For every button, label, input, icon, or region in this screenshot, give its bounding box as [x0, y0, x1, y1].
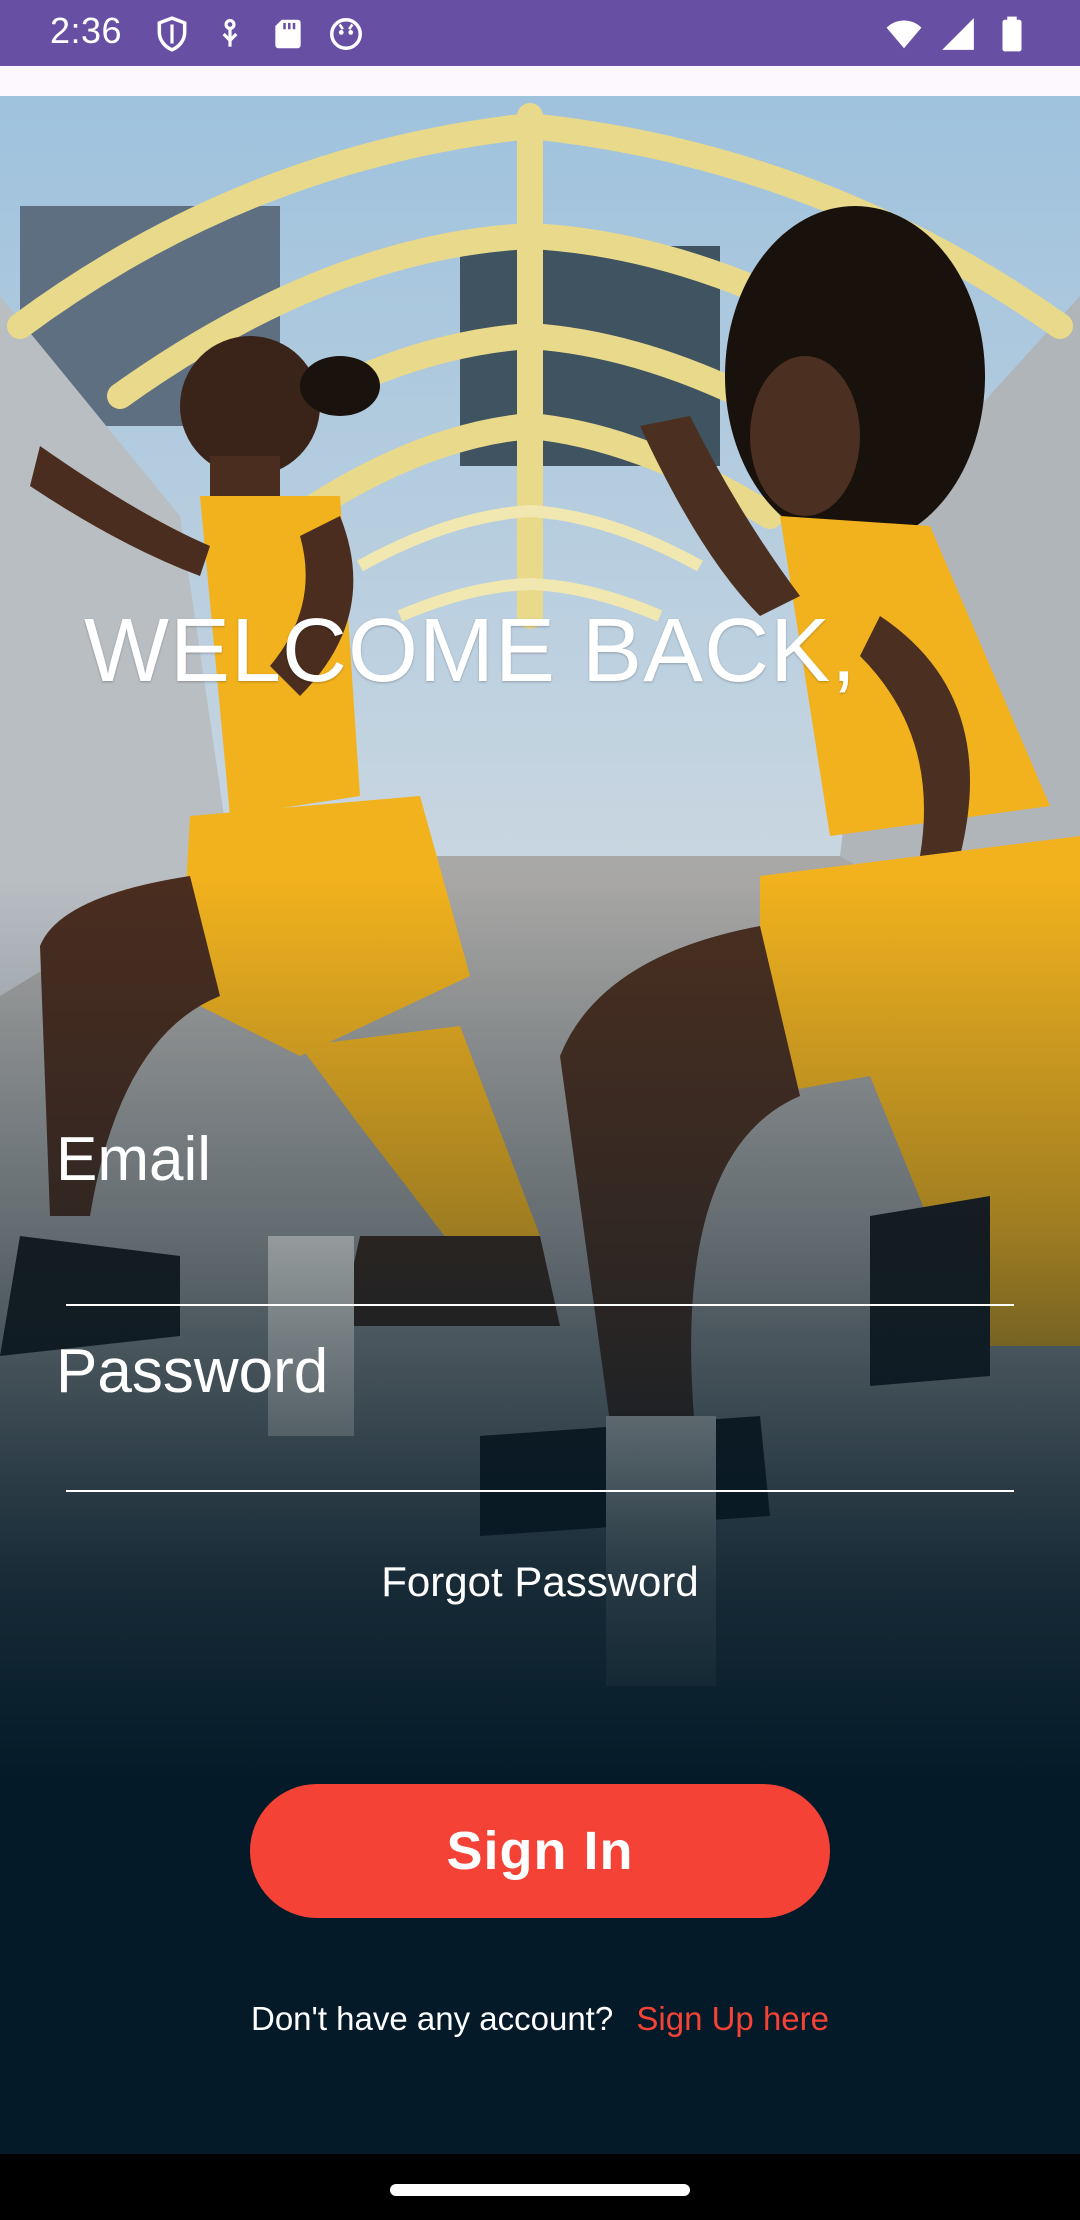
status-time: 2:36: [50, 10, 123, 51]
battery-icon: [992, 14, 1032, 54]
status-icons-left: [152, 14, 366, 54]
status-icons-right: [884, 14, 1032, 54]
face-icon: [326, 14, 366, 54]
app-bar-strip: [0, 66, 1080, 96]
forgot-password-link[interactable]: Forgot Password: [0, 1558, 1080, 1606]
wifi-icon: [884, 14, 924, 54]
sd-card-icon: [268, 14, 308, 54]
welcome-title: WELCOME BACK,: [84, 601, 858, 701]
signal-icon: [938, 14, 978, 54]
signup-prompt: Don't have any account?: [250, 2000, 614, 2037]
signup-row: Don't have any account? Sign Up here: [0, 2000, 1080, 2038]
password-underline: [66, 1490, 1014, 1492]
sign-up-link[interactable]: Sign Up here: [636, 2000, 829, 2037]
usb-icon: [210, 14, 250, 54]
home-gesture-handle[interactable]: [390, 2184, 690, 2196]
navigation-bar: [0, 2154, 1080, 2220]
email-field[interactable]: Email: [56, 1124, 211, 1195]
sign-in-button[interactable]: Sign In: [250, 1784, 830, 1918]
shield-icon: [152, 14, 192, 54]
email-underline: [66, 1304, 1014, 1306]
password-field[interactable]: Password: [56, 1336, 328, 1407]
login-screen: 2:36 WELCOME BACK, Email Password Forgot…: [0, 0, 1080, 2220]
status-bar: 2:36: [0, 0, 1080, 66]
